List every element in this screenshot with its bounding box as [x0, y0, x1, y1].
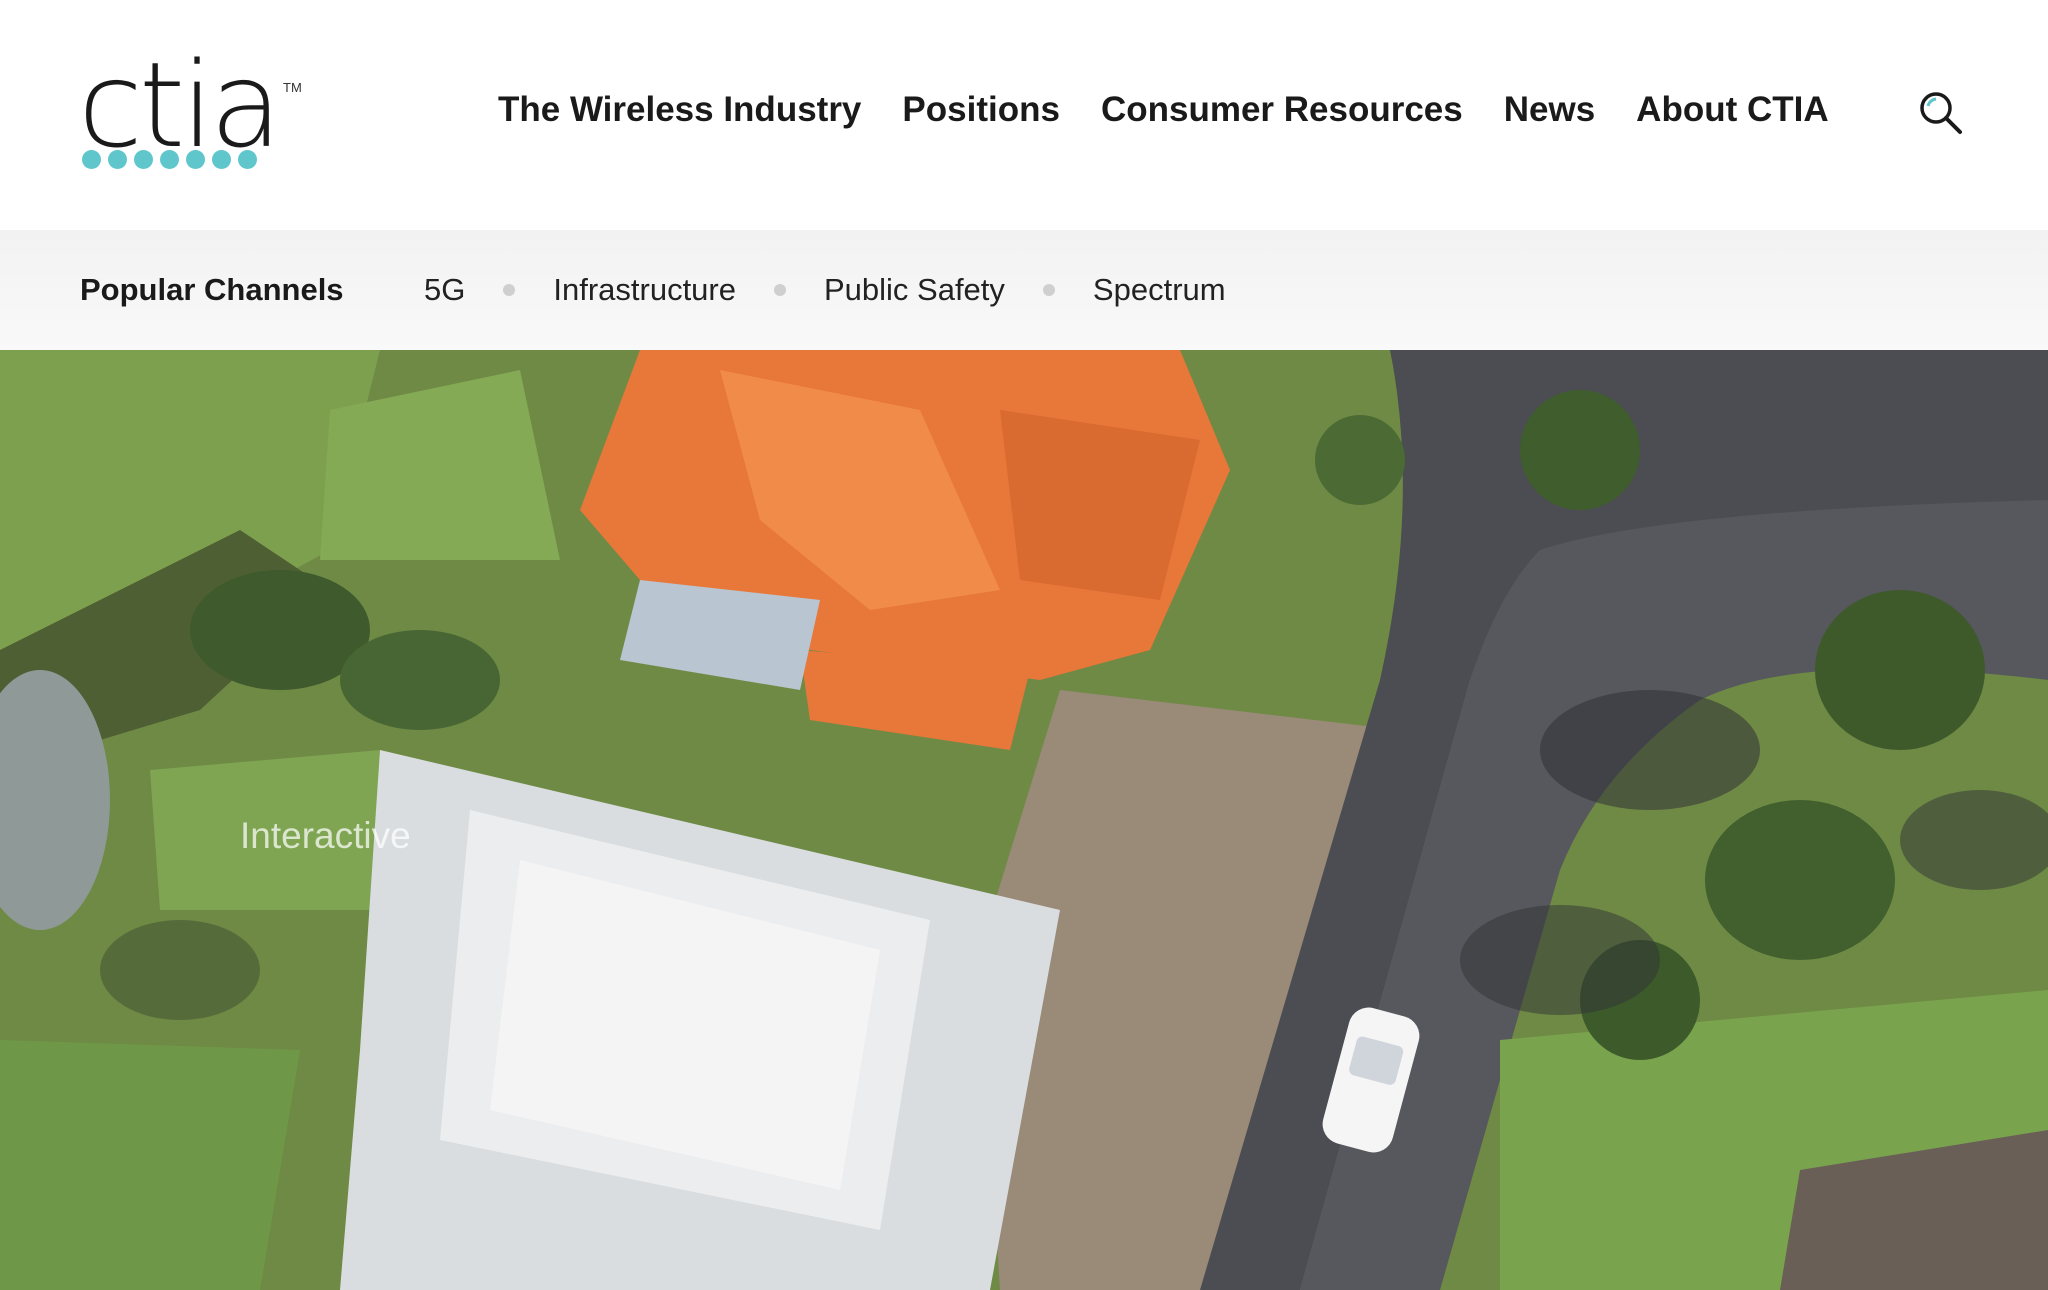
hero-caption: Interactive	[240, 815, 411, 856]
nav-about-ctia[interactable]: About CTIA	[1636, 90, 1828, 130]
popular-channels-label: Popular Channels	[80, 272, 344, 307]
search-icon	[1920, 92, 1962, 134]
main-nav: The Wireless Industry Positions Consumer…	[498, 90, 1829, 130]
channel-public-safety[interactable]: Public Safety	[824, 272, 1005, 308]
search-button[interactable]	[1918, 90, 1964, 136]
separator-dot	[503, 284, 516, 296]
logo-trademark: TM	[283, 80, 302, 95]
nav-consumer-resources[interactable]: Consumer Resources	[1101, 90, 1463, 130]
channel-list: 5G Infrastructure Public Safety Spectrum	[424, 272, 1226, 308]
channel-5g[interactable]: 5G	[424, 272, 465, 308]
hero-image: Interactive	[0, 350, 2048, 1290]
logo-dots	[82, 150, 257, 169]
separator-dot	[1042, 284, 1055, 296]
site-header: ctia TM The Wireless Industry Positions …	[0, 0, 2048, 230]
separator-dot	[773, 284, 786, 296]
channel-infrastructure[interactable]: Infrastructure	[553, 272, 736, 308]
nav-news[interactable]: News	[1504, 90, 1595, 130]
popular-channels-bar: Popular Channels 5G Infrastructure Publi…	[0, 230, 2048, 350]
ctia-logo[interactable]: ctia TM	[78, 46, 308, 180]
nav-positions[interactable]: Positions	[902, 90, 1060, 130]
nav-wireless-industry[interactable]: The Wireless Industry	[498, 90, 861, 130]
logo-wordmark: ctia	[78, 36, 282, 174]
channel-spectrum[interactable]: Spectrum	[1093, 272, 1226, 308]
